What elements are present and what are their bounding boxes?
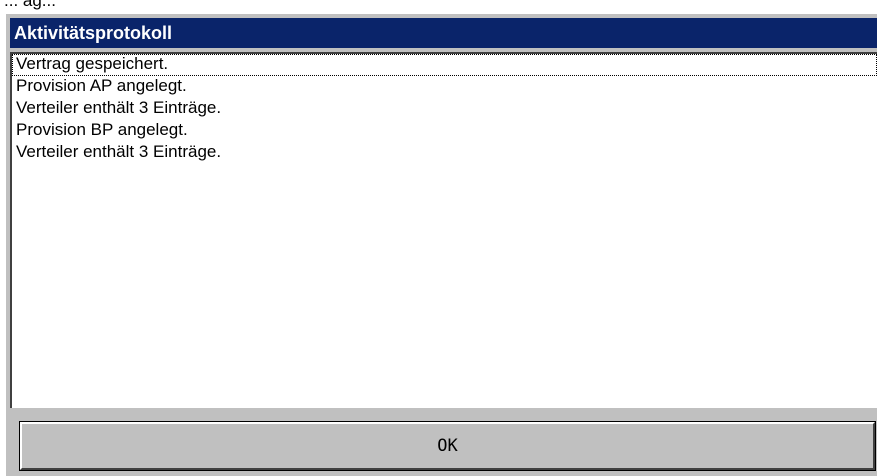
activity-log-list[interactable]: Vertrag gespeichert. Provision AP angele… <box>10 52 877 408</box>
dialog-title-bar[interactable]: Aktivitätsprotokoll <box>10 18 877 48</box>
log-entry[interactable]: Vertrag gespeichert. <box>12 54 877 76</box>
log-entry[interactable]: Provision BP angelegt. <box>12 120 877 142</box>
ok-button[interactable]: OK <box>19 421 876 471</box>
log-entry[interactable]: Verteiler enthält 3 Einträge. <box>12 98 877 120</box>
underlying-text: ... ag... <box>4 0 56 10</box>
underlying-window: ... ag... <box>0 0 877 12</box>
log-entry[interactable]: Provision AP angelegt. <box>12 76 877 98</box>
dialog-title: Aktivitätsprotokoll <box>14 23 173 43</box>
activity-log-dialog: Aktivitätsprotokoll Vertrag gespeichert.… <box>4 12 877 476</box>
button-row: OK <box>10 408 877 476</box>
screen: ... ag... Aktivitätsprotokoll Vertrag ge… <box>0 0 877 476</box>
log-entry[interactable]: Verteiler enthält 3 Einträge. <box>12 142 877 164</box>
